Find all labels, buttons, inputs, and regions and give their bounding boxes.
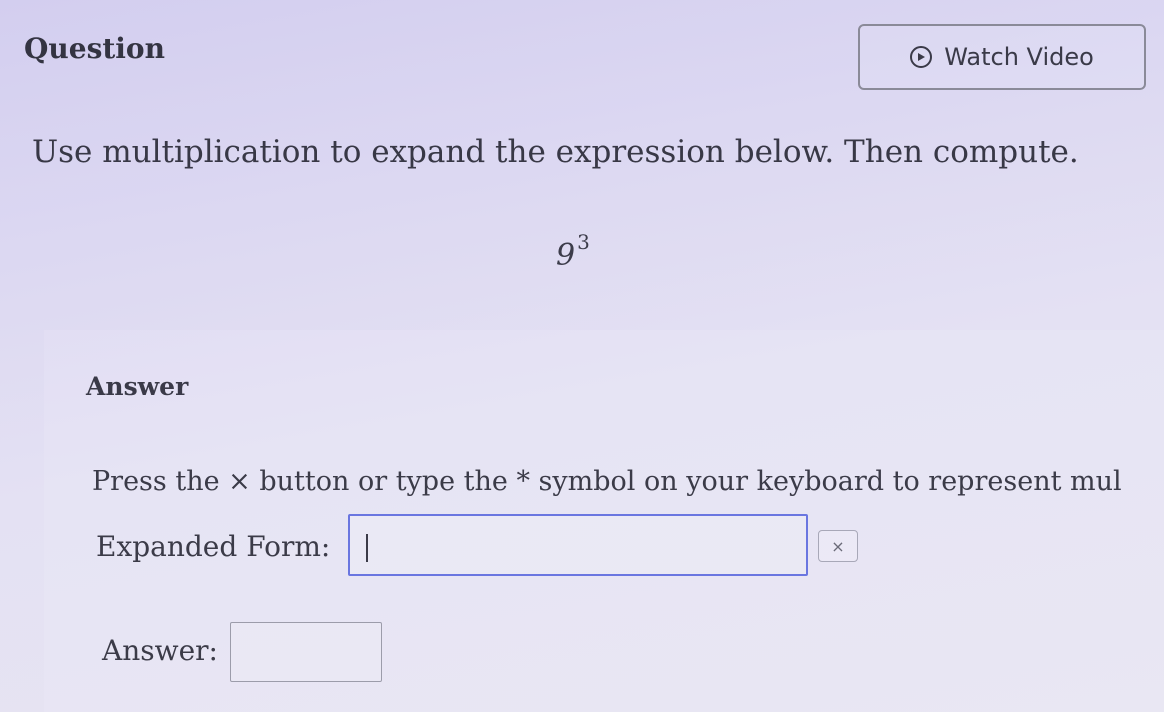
answer-heading: Answer bbox=[86, 372, 189, 401]
expression-exponent: 3 bbox=[577, 230, 590, 254]
question-instruction: Use multiplication to expand the express… bbox=[32, 134, 1079, 170]
math-expression: 93 bbox=[556, 230, 590, 273]
watch-video-label: Watch Video bbox=[944, 43, 1094, 71]
answer-input[interactable] bbox=[230, 622, 382, 682]
expanded-form-input[interactable] bbox=[348, 514, 808, 576]
expanded-form-label: Expanded Form: bbox=[96, 530, 331, 563]
question-heading: Question bbox=[24, 32, 165, 65]
play-circle-icon bbox=[910, 46, 933, 68]
expression-base: 9 bbox=[556, 238, 576, 273]
multiplication-hint: Press the × button or type the * symbol … bbox=[92, 466, 1122, 497]
answer-label: Answer: bbox=[102, 634, 218, 667]
times-symbol-button[interactable]: × bbox=[818, 530, 858, 562]
watch-video-button[interactable]: Watch Video bbox=[858, 24, 1146, 90]
text-caret bbox=[366, 534, 368, 562]
